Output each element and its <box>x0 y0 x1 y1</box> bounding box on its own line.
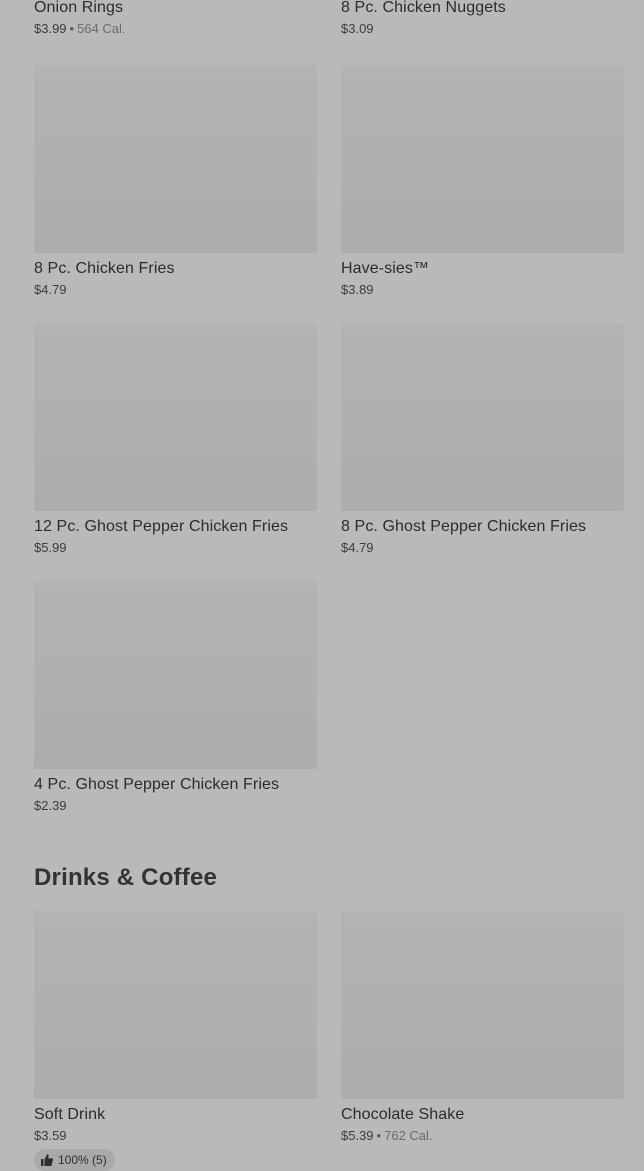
menu-item-8pc-chicken-nuggets[interactable]: 8 Pc. Chicken Nuggets $3.09 <box>341 0 624 37</box>
item-price: $3.09 <box>341 21 374 36</box>
menu-item-chocolate-shake[interactable]: Chocolate Shake $5.39 • 762 Cal. <box>341 911 624 1144</box>
item-image <box>34 65 317 253</box>
separator-dot: • <box>376 1128 382 1143</box>
item-meta: $3.59 <box>34 1128 317 1144</box>
item-image <box>341 323 624 511</box>
section-title-drinks-coffee: Drinks & Coffee <box>34 864 218 891</box>
menu-item-4pc-ghost-pepper-chicken-fries[interactable]: 4 Pc. Ghost Pepper Chicken Fries $2.39 <box>34 581 317 814</box>
item-price: $5.39 <box>341 1128 374 1143</box>
item-meta: $3.89 <box>341 282 624 298</box>
menu-item-8pc-ghost-pepper-chicken-fries[interactable]: 8 Pc. Ghost Pepper Chicken Fries $4.79 <box>341 323 624 556</box>
item-name: Onion Rings <box>34 0 124 16</box>
separator-dot: • <box>69 21 75 36</box>
item-image <box>341 65 624 253</box>
item-image <box>341 911 624 1099</box>
item-name: Have-sies™ <box>341 260 430 277</box>
rating-badge: 100% (5) <box>34 1149 115 1171</box>
item-meta: $4.79 <box>34 282 317 298</box>
item-meta: $4.79 <box>341 540 624 556</box>
item-image <box>34 581 317 769</box>
menu-item-onion-rings[interactable]: Onion Rings $3.99 • 564 Cal. <box>34 0 317 37</box>
item-calories: 762 Cal. <box>384 1128 433 1143</box>
item-price: $4.79 <box>341 540 374 555</box>
item-price: $3.99 <box>34 21 67 36</box>
menu-item-8pc-chicken-fries[interactable]: 8 Pc. Chicken Fries $4.79 <box>34 65 317 298</box>
item-image <box>34 323 317 511</box>
item-meta: $3.99 • 564 Cal. <box>34 21 317 37</box>
item-name: Chocolate Shake <box>341 1106 465 1123</box>
item-price: $4.79 <box>34 282 67 297</box>
item-name: 8 Pc. Chicken Nuggets <box>341 0 506 16</box>
item-price: $3.59 <box>34 1128 67 1143</box>
menu-item-have-sies[interactable]: Have-sies™ $3.89 <box>341 65 624 298</box>
item-meta: $3.09 <box>341 21 624 37</box>
item-name: Soft Drink <box>34 1106 106 1123</box>
menu-page: Onion Rings $3.99 • 564 Cal. 8 Pc. Chicken… <box>0 0 644 1171</box>
item-meta: $5.99 <box>34 540 317 556</box>
item-image <box>34 911 317 1099</box>
item-price: $5.99 <box>34 540 67 555</box>
item-meta: $5.39 • 762 Cal. <box>341 1128 624 1144</box>
item-name: 4 Pc. Ghost Pepper Chicken Fries <box>34 776 280 793</box>
menu-item-12pc-ghost-pepper-chicken-fries[interactable]: 12 Pc. Ghost Pepper Chicken Fries $5.99 <box>34 323 317 556</box>
item-price: $3.89 <box>341 282 374 297</box>
item-meta: $2.39 <box>34 798 317 814</box>
menu-item-soft-drink[interactable]: Soft Drink $3.59 <box>34 911 317 1144</box>
item-calories: 564 Cal. <box>77 21 126 36</box>
item-name: 8 Pc. Chicken Fries <box>34 260 175 277</box>
thumbs-up-icon <box>40 1153 54 1167</box>
item-name: 8 Pc. Ghost Pepper Chicken Fries <box>341 518 587 535</box>
item-name: 12 Pc. Ghost Pepper Chicken Fries <box>34 518 289 535</box>
item-price: $2.39 <box>34 798 67 813</box>
rating-value: 100% (5) <box>58 1153 107 1167</box>
